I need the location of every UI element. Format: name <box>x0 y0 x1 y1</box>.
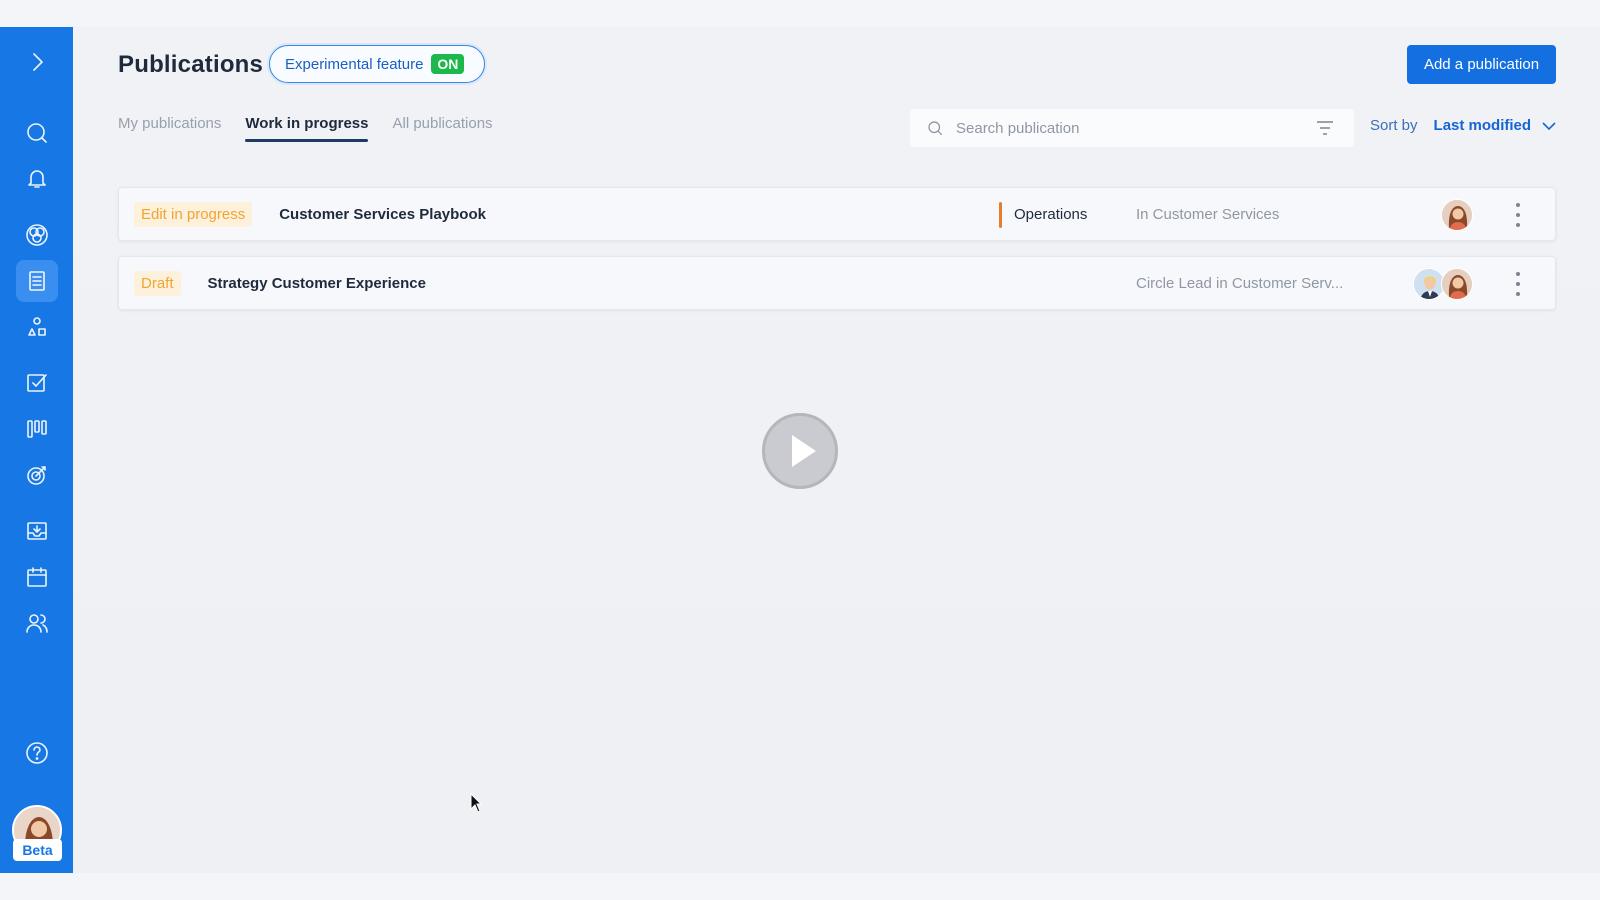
search-icon <box>928 121 943 136</box>
shapes-icon <box>28 317 46 336</box>
list-item[interactable]: Edit in progress Customer Services Playb… <box>118 187 1556 241</box>
sidebar-item-publications[interactable] <box>16 260 58 302</box>
search-icon <box>27 123 47 143</box>
avatar-woman-icon <box>1442 269 1472 299</box>
sidebar-item-help[interactable] <box>16 732 58 774</box>
app-frame: Beta Publications Experimental feature O… <box>0 27 1600 873</box>
kanban-icon <box>27 420 47 438</box>
tab-all-publications[interactable]: All publications <box>392 115 492 142</box>
chevron-down-icon[interactable] <box>1541 118 1557 134</box>
play-icon <box>792 435 816 467</box>
filter-button[interactable] <box>1316 120 1334 136</box>
role-name: Circle Lead in Customer Serv... <box>1136 274 1344 292</box>
list-item[interactable]: Draft Strategy Customer Experience Circl… <box>118 256 1556 310</box>
avatar <box>1441 268 1473 300</box>
beta-badge: Beta <box>13 839 62 861</box>
sidebar-item-goals[interactable] <box>16 454 58 496</box>
inbox-icon <box>27 522 47 540</box>
bottom-strip <box>0 873 1600 900</box>
avatar-woman-icon <box>1442 200 1472 230</box>
expand-sidebar-button[interactable] <box>16 41 58 83</box>
role-name: In Customer Services <box>1136 205 1280 223</box>
sidebar: Beta <box>0 27 73 873</box>
sidebar-item-roles[interactable] <box>16 306 58 348</box>
status-badge: Draft <box>134 270 181 296</box>
sidebar-item-inbox[interactable] <box>16 510 58 552</box>
sidebar-item-notifications[interactable] <box>16 157 58 199</box>
people-icon <box>26 614 48 633</box>
add-publication-button[interactable]: Add a publication <box>1407 45 1556 84</box>
mouse-cursor-icon <box>470 793 482 813</box>
checkbox-icon <box>27 374 47 392</box>
more-options-button[interactable] <box>1513 270 1523 298</box>
video-play-button[interactable] <box>762 413 838 489</box>
publication-tabs: My publications Work in progress All pub… <box>118 115 517 142</box>
document-icon <box>29 271 45 291</box>
tab-my-publications[interactable]: My publications <box>118 115 221 142</box>
kebab-icon <box>1516 203 1520 227</box>
sidebar-item-people[interactable] <box>16 602 58 644</box>
search-bar <box>910 109 1354 147</box>
circle-divider <box>999 202 1002 228</box>
sidebar-item-calendar[interactable] <box>16 556 58 598</box>
sidebar-item-circles[interactable] <box>16 214 58 256</box>
search-input[interactable] <box>956 119 1296 137</box>
help-icon <box>26 742 48 764</box>
filter-icon <box>1317 121 1333 135</box>
experimental-state-badge: ON <box>431 54 465 74</box>
page-title: Publications <box>118 51 264 78</box>
avatar <box>1441 199 1473 231</box>
more-options-button[interactable] <box>1513 201 1523 229</box>
circles-icon <box>26 224 48 246</box>
sort-label: Sort by <box>1370 117 1418 134</box>
publication-title[interactable]: Strategy Customer Experience <box>208 275 426 292</box>
sidebar-item-tasks[interactable] <box>16 362 58 404</box>
sidebar-item-boards[interactable] <box>16 408 58 450</box>
target-icon <box>27 466 46 485</box>
calendar-icon <box>27 567 47 587</box>
chevron-right-icon <box>33 53 43 71</box>
top-strip <box>0 0 1600 27</box>
publication-title[interactable]: Customer Services Playbook <box>279 206 486 223</box>
kebab-icon <box>1516 272 1520 296</box>
experimental-feature-toggle[interactable]: Experimental feature ON <box>269 45 485 83</box>
sidebar-item-search[interactable] <box>16 112 58 154</box>
status-badge: Edit in progress <box>134 201 253 227</box>
experimental-feature-label: Experimental feature <box>285 55 424 73</box>
bell-icon <box>28 170 46 188</box>
circle-name: Operations <box>1014 205 1088 223</box>
tab-work-in-progress[interactable]: Work in progress <box>245 115 369 142</box>
sort-value[interactable]: Last modified <box>1434 117 1532 134</box>
sort-control[interactable]: Sort by Last modified <box>1370 117 1557 134</box>
